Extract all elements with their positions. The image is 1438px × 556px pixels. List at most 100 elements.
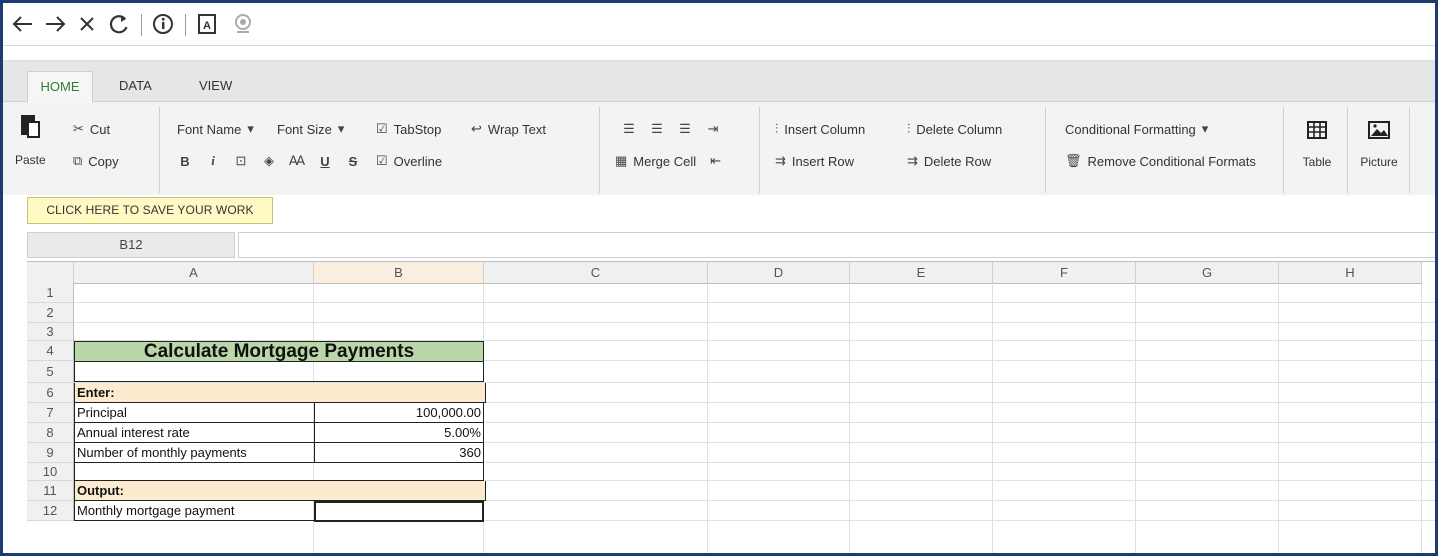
save-work-button[interactable]: CLICK HERE TO SAVE YOUR WORK bbox=[27, 197, 273, 224]
tabstop-label: TabStop bbox=[393, 121, 442, 137]
align-center-icon[interactable]: ☰ bbox=[643, 121, 671, 137]
title-cell[interactable]: Calculate Mortgage Payments bbox=[74, 341, 484, 362]
column-header-b[interactable]: B bbox=[314, 262, 484, 284]
delete-row-button[interactable]: ⇉ Delete Row bbox=[907, 153, 991, 169]
arrow-left-icon[interactable] bbox=[9, 10, 37, 38]
column-gridline bbox=[1421, 283, 1422, 553]
row-header-1[interactable]: 1 bbox=[27, 283, 74, 303]
overline-checkbox[interactable]: ☑ Overline bbox=[376, 153, 442, 169]
row-header-3[interactable]: 3 bbox=[27, 323, 74, 341]
row-header-12[interactable]: 12 bbox=[27, 501, 74, 521]
output-label-cell[interactable]: Output: bbox=[74, 481, 486, 501]
spreadsheet-grid: A B C D E F G H 1 2 3 4 5 6 7 8 9 10 11 12 Calculate Mortgag… bbox=[27, 261, 1435, 553]
align-right-icon[interactable]: ☰ bbox=[671, 121, 699, 137]
indent-icon[interactable]: ⇥ bbox=[699, 121, 727, 137]
tab-view[interactable]: VIEW bbox=[199, 71, 232, 101]
font-name-dropdown[interactable]: Font Name ▾ bbox=[177, 121, 254, 137]
close-icon[interactable] bbox=[73, 10, 101, 38]
column-header-h[interactable]: H bbox=[1279, 262, 1422, 284]
payments-label-cell[interactable]: Number of monthly payments bbox=[74, 443, 316, 463]
rate-label-cell[interactable]: Annual interest rate bbox=[74, 423, 316, 443]
cut-button[interactable]: ✂ Cut bbox=[73, 121, 110, 137]
insert-column-button[interactable]: ⫶ Insert Column bbox=[775, 121, 865, 137]
arrow-right-icon[interactable] bbox=[41, 10, 69, 38]
enter-label-cell[interactable]: Enter: bbox=[74, 383, 486, 403]
column-gridline bbox=[992, 283, 993, 553]
row-header-9[interactable]: 9 bbox=[27, 443, 74, 463]
column-header-a[interactable]: A bbox=[74, 262, 314, 284]
merge-cell-button[interactable]: ▦ Merge Cell ⇤ bbox=[615, 153, 721, 169]
row-header-2[interactable]: 2 bbox=[27, 303, 74, 323]
wrap-text-button[interactable]: ↩ Wrap Text bbox=[471, 121, 546, 137]
trash-icon: 🗑 bbox=[1065, 153, 1082, 168]
scissors-icon: ✂ bbox=[73, 121, 84, 136]
table-icon bbox=[1307, 121, 1327, 139]
row-header-4[interactable]: 4 bbox=[27, 341, 74, 361]
underline-icon[interactable]: U bbox=[311, 154, 339, 169]
toolbar-divider bbox=[185, 14, 186, 36]
select-all-corner[interactable] bbox=[27, 262, 74, 284]
tab-data[interactable]: DATA bbox=[119, 71, 152, 101]
payments-value-cell[interactable]: 360 bbox=[314, 443, 484, 463]
insert-row-button[interactable]: ⇉ Insert Row bbox=[775, 153, 854, 169]
checkbox-checked-icon: ☑ bbox=[376, 153, 388, 168]
fill-color-icon[interactable]: ◈ bbox=[255, 153, 283, 169]
monthly-value-cell[interactable] bbox=[314, 501, 484, 522]
copy-button[interactable]: ⧉ Copy bbox=[73, 153, 119, 169]
empty-cell-a5[interactable] bbox=[74, 361, 484, 382]
rate-value-cell[interactable]: 5.00% bbox=[314, 423, 484, 443]
refresh-icon[interactable] bbox=[105, 10, 133, 38]
bold-icon[interactable]: B bbox=[171, 154, 199, 169]
border-icon[interactable]: ⊡ bbox=[227, 153, 255, 169]
font-size-dropdown[interactable]: Font Size ▾ bbox=[277, 121, 344, 137]
paste-label: Paste bbox=[15, 153, 46, 167]
name-box[interactable]: B12 bbox=[27, 232, 235, 258]
font-style-buttons: B i ⊡ ◈ Ꜳ U S bbox=[171, 153, 367, 169]
remove-conditional-label: Remove Conditional Formats bbox=[1087, 153, 1256, 169]
insert-column-label: Insert Column bbox=[784, 121, 866, 137]
insert-column-icon: ⫶ bbox=[775, 121, 779, 136]
insert-row-icon: ⇉ bbox=[775, 153, 786, 168]
column-header-e[interactable]: E bbox=[850, 262, 993, 284]
principal-value-cell[interactable]: 100,000.00 bbox=[314, 403, 484, 423]
overline-label: Overline bbox=[393, 153, 443, 169]
cut-label: Cut bbox=[89, 121, 111, 137]
picture-button[interactable]: Picture bbox=[1355, 121, 1403, 169]
row-header-7[interactable]: 7 bbox=[27, 403, 74, 423]
tabstop-checkbox[interactable]: ☑ TabStop bbox=[376, 121, 441, 137]
row-gridline bbox=[74, 322, 1435, 323]
outdent-icon[interactable]: ⇤ bbox=[710, 153, 721, 169]
conditional-formatting-dropdown[interactable]: Conditional Formatting ▾ bbox=[1065, 121, 1208, 137]
italic-icon[interactable]: i bbox=[199, 153, 227, 169]
column-gridline bbox=[849, 283, 850, 553]
document-icon[interactable]: A bbox=[193, 10, 221, 38]
table-button[interactable]: Table bbox=[1297, 121, 1337, 169]
formula-input[interactable] bbox=[238, 232, 1435, 258]
tab-home[interactable]: HOME bbox=[27, 71, 93, 103]
monthly-label-cell[interactable]: Monthly mortgage payment bbox=[74, 501, 316, 521]
remove-conditional-button[interactable]: 🗑 Remove Conditional Formats bbox=[1065, 153, 1256, 169]
row-header-8[interactable]: 8 bbox=[27, 423, 74, 443]
delete-row-icon: ⇉ bbox=[907, 153, 918, 168]
column-header-g[interactable]: G bbox=[1136, 262, 1279, 284]
chevron-down-icon: ▾ bbox=[1201, 121, 1209, 136]
chevron-down-icon: ▾ bbox=[337, 121, 345, 136]
row-header-5[interactable]: 5 bbox=[27, 361, 74, 383]
webcam-icon[interactable] bbox=[229, 10, 257, 38]
strikethrough-icon[interactable]: S bbox=[339, 154, 367, 169]
ribbon-divider bbox=[159, 107, 160, 193]
align-left-icon[interactable]: ☰ bbox=[615, 121, 643, 137]
row-header-11[interactable]: 11 bbox=[27, 481, 74, 501]
picture-icon bbox=[1368, 121, 1390, 139]
paste-button[interactable]: Paste bbox=[15, 113, 46, 167]
column-header-d[interactable]: D bbox=[708, 262, 850, 284]
row-header-6[interactable]: 6 bbox=[27, 383, 74, 403]
empty-cell-a10[interactable] bbox=[74, 463, 484, 481]
row-header-10[interactable]: 10 bbox=[27, 463, 74, 481]
font-color-icon[interactable]: Ꜳ bbox=[283, 153, 311, 169]
info-icon[interactable] bbox=[149, 10, 177, 38]
delete-column-button[interactable]: ⫶ Delete Column bbox=[907, 121, 1002, 137]
principal-label-cell[interactable]: Principal bbox=[74, 403, 316, 423]
column-header-f[interactable]: F bbox=[993, 262, 1136, 284]
column-header-c[interactable]: C bbox=[484, 262, 708, 284]
